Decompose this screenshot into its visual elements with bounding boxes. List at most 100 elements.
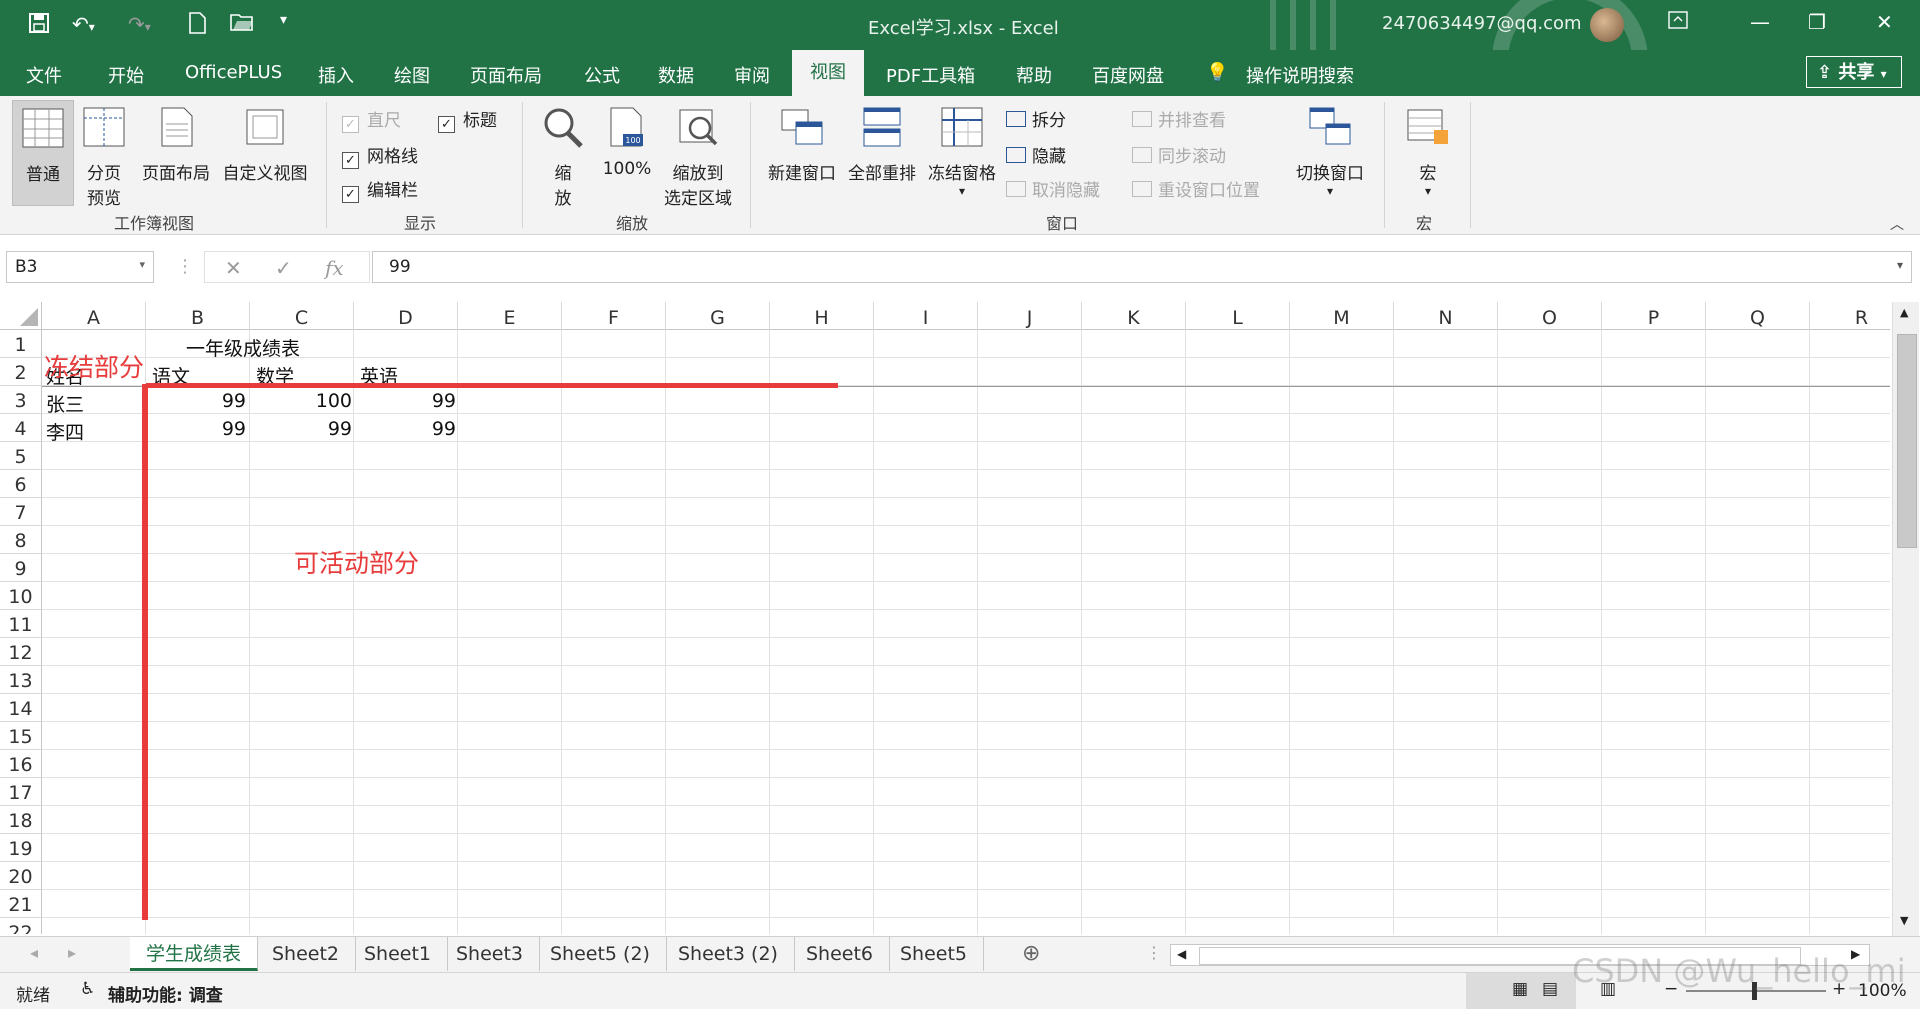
cell-b1[interactable]: 一年级成绩表 xyxy=(186,334,300,361)
unhide-button[interactable]: 取消隐藏 xyxy=(1006,176,1100,201)
minimize-icon[interactable]: — xyxy=(1750,10,1770,34)
cancel-icon[interactable]: ✕ xyxy=(225,256,242,280)
zoom-to-selection-button[interactable]: 缩放到 选定区域 xyxy=(660,106,736,209)
column-header[interactable]: I xyxy=(874,302,978,330)
row-header[interactable]: 8 xyxy=(0,526,42,554)
row-header[interactable]: 1 xyxy=(0,330,42,358)
column-header[interactable]: C xyxy=(250,302,354,330)
row-header[interactable]: 2 xyxy=(0,358,42,386)
column-header[interactable]: A xyxy=(42,302,146,330)
column-header[interactable]: P xyxy=(1602,302,1706,330)
tell-me-search[interactable]: 操作说明搜索 xyxy=(1246,62,1354,88)
cell-c4[interactable]: 99 xyxy=(250,418,352,440)
more-options-icon[interactable]: ⋮ xyxy=(176,256,194,277)
row-header[interactable]: 11 xyxy=(0,610,42,638)
tab-view[interactable]: 视图 xyxy=(792,50,864,96)
scroll-down-icon[interactable]: ▼ xyxy=(1900,914,1908,927)
column-header[interactable]: B xyxy=(146,302,250,330)
arrange-all-button[interactable]: 全部重排 xyxy=(844,106,920,184)
page-layout-view-button[interactable]: 页面布局 xyxy=(140,106,212,184)
sync-scroll-button[interactable]: 同步滚动 xyxy=(1132,142,1226,167)
column-header[interactable]: N xyxy=(1394,302,1498,330)
column-header[interactable]: E xyxy=(458,302,562,330)
restore-icon[interactable]: ❐ xyxy=(1808,10,1826,34)
reset-window-position-button[interactable]: 重设窗口位置 xyxy=(1132,176,1260,201)
confirm-icon[interactable]: ✓ xyxy=(275,256,292,280)
zoom-slider[interactable] xyxy=(1686,982,1826,1000)
tab-draw[interactable]: 绘图 xyxy=(394,62,430,88)
share-button[interactable]: ⇪ 共享 ▾ xyxy=(1806,56,1902,88)
sheet-tab-2[interactable]: Sheet2 xyxy=(256,937,357,971)
tab-home[interactable]: 开始 xyxy=(108,62,144,88)
column-header[interactable]: M xyxy=(1290,302,1394,330)
sheet-tab-3[interactable]: Sheet1 xyxy=(348,937,449,971)
row-header[interactable]: 7 xyxy=(0,498,42,526)
tab-formulas[interactable]: 公式 xyxy=(584,62,620,88)
tab-file[interactable]: 文件 xyxy=(26,62,62,88)
accessibility-status[interactable]: 辅助功能: 调查 xyxy=(108,981,223,1006)
open-folder-icon[interactable] xyxy=(230,12,254,37)
tab-splitter-icon[interactable]: ⋮ xyxy=(1146,943,1162,962)
column-header[interactable]: R xyxy=(1810,302,1890,330)
tab-baidu-netdisk[interactable]: 百度网盘 xyxy=(1092,62,1164,88)
row-header[interactable]: 4 xyxy=(0,414,42,442)
normal-view-status-button[interactable]: ▦ xyxy=(1466,973,1576,1009)
row-header[interactable]: 17 xyxy=(0,778,42,806)
tab-page-layout[interactable]: 页面布局 xyxy=(470,62,542,88)
row-header[interactable]: 14 xyxy=(0,694,42,722)
tab-insert[interactable]: 插入 xyxy=(318,62,354,88)
close-icon[interactable]: ✕ xyxy=(1876,10,1893,34)
add-sheet-icon[interactable]: ⊕ xyxy=(1022,941,1040,966)
headings-checkbox[interactable]: ✓ 标题 xyxy=(438,106,497,133)
sheet-tab-7[interactable]: Sheet6 xyxy=(790,937,891,971)
vertical-scrollbar[interactable]: ▲ ▼ xyxy=(1892,302,1919,936)
ribbon-display-icon[interactable] xyxy=(1668,10,1688,34)
row-header[interactable]: 20 xyxy=(0,862,42,890)
cell-c3[interactable]: 100 xyxy=(250,390,352,412)
tab-pdf-tools[interactable]: PDF工具箱 xyxy=(886,62,975,88)
row-header[interactable]: 10 xyxy=(0,582,42,610)
sheet-tab-6[interactable]: Sheet3 (2) xyxy=(662,937,795,971)
column-header[interactable]: K xyxy=(1082,302,1186,330)
row-header[interactable]: 18 xyxy=(0,806,42,834)
scroll-left-icon[interactable]: ◀ xyxy=(1177,947,1186,961)
undo-icon[interactable]: ↶▾ xyxy=(72,12,95,36)
page-layout-status-icon[interactable]: ▤ xyxy=(1542,979,1558,999)
cell-b4[interactable]: 99 xyxy=(146,418,246,440)
row-header[interactable]: 9 xyxy=(0,554,42,582)
sheet-tab-5[interactable]: Sheet5 (2) xyxy=(534,937,667,971)
row-header[interactable]: 12 xyxy=(0,638,42,666)
formula-bar-checkbox[interactable]: ✓ 编辑栏 xyxy=(342,176,418,203)
row-header[interactable]: 21 xyxy=(0,890,42,918)
row-header[interactable]: 13 xyxy=(0,666,42,694)
name-box[interactable]: B3 ▾ xyxy=(6,251,154,283)
select-all-button[interactable] xyxy=(0,302,42,330)
sheet-tab-1[interactable]: 学生成绩表 xyxy=(130,937,259,971)
row-header[interactable]: 3 xyxy=(0,386,42,414)
column-header[interactable]: H xyxy=(770,302,874,330)
normal-view-button[interactable]: 普通 xyxy=(12,100,74,206)
scroll-up-icon[interactable]: ▲ xyxy=(1900,306,1908,319)
tab-review[interactable]: 审阅 xyxy=(734,62,770,88)
cell-a4[interactable]: 李四 xyxy=(46,418,84,445)
insert-function-icon[interactable]: fx xyxy=(325,256,344,280)
column-header[interactable]: G xyxy=(666,302,770,330)
column-header[interactable]: J xyxy=(978,302,1082,330)
column-header[interactable]: L xyxy=(1186,302,1290,330)
column-header[interactable]: Q xyxy=(1706,302,1810,330)
column-header[interactable]: O xyxy=(1498,302,1602,330)
sheet-tab-8[interactable]: Sheet5 xyxy=(884,937,985,971)
zoom-100-button[interactable]: 100 100% xyxy=(596,106,658,179)
save-icon[interactable] xyxy=(28,12,50,39)
next-sheet-icon[interactable]: ▸ xyxy=(68,943,76,962)
view-side-by-side-button[interactable]: 并排查看 xyxy=(1132,106,1226,131)
avatar[interactable] xyxy=(1590,8,1624,42)
row-header[interactable]: 22 xyxy=(0,918,42,934)
column-header[interactable]: D xyxy=(354,302,458,330)
formula-input[interactable]: 99 ▾ xyxy=(372,251,1912,283)
cell-d3[interactable]: 99 xyxy=(354,390,456,412)
tab-officeplus[interactable]: OfficePLUS xyxy=(185,62,282,83)
vertical-scroll-thumb[interactable] xyxy=(1897,334,1917,548)
row-header[interactable]: 6 xyxy=(0,470,42,498)
ruler-checkbox[interactable]: ✓ 直尺 xyxy=(342,106,401,133)
